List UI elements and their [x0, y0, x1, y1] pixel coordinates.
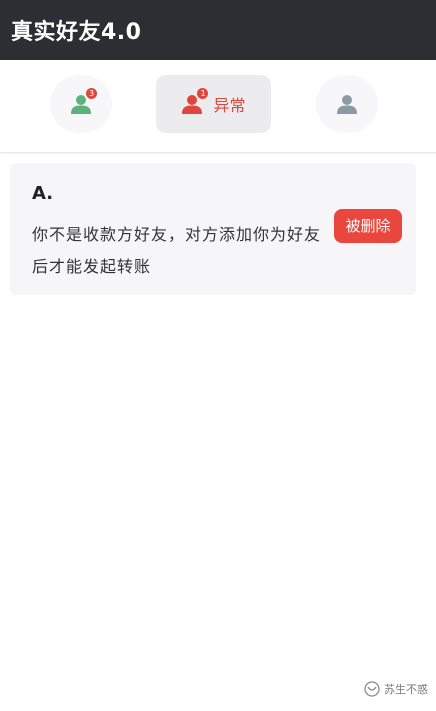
person-icon: 3: [70, 88, 97, 115]
tab-bar: 3 1 异常: [0, 60, 436, 153]
app-title: 真实好友4.0: [11, 20, 142, 45]
watermark-text: 苏生不惑: [384, 683, 428, 696]
tab-abnormal-label: 异常: [213, 96, 246, 115]
tab-me[interactable]: [316, 75, 378, 133]
watermark: 苏生不惑: [364, 681, 428, 697]
tab-friends-badge: 3: [86, 88, 97, 99]
tab-friends[interactable]: 3: [50, 75, 112, 133]
friend-card: A. 你不是收款方好友，对方添加你为好友后才能发起转账 被删除: [10, 163, 416, 295]
tab-abnormal[interactable]: 1 异常: [156, 75, 271, 133]
deleted-status-button[interactable]: 被删除: [334, 209, 402, 243]
person-icon: [336, 93, 358, 115]
tab-abnormal-badge: 1: [197, 88, 209, 99]
wechat-channel-icon: [364, 681, 380, 697]
friend-name: A.: [32, 183, 54, 204]
person-icon: 1: [181, 88, 209, 115]
app-bar: 真实好友4.0: [0, 0, 436, 60]
friend-status-message: 你不是收款方好友，对方添加你为好友后才能发起转账: [32, 225, 322, 276]
